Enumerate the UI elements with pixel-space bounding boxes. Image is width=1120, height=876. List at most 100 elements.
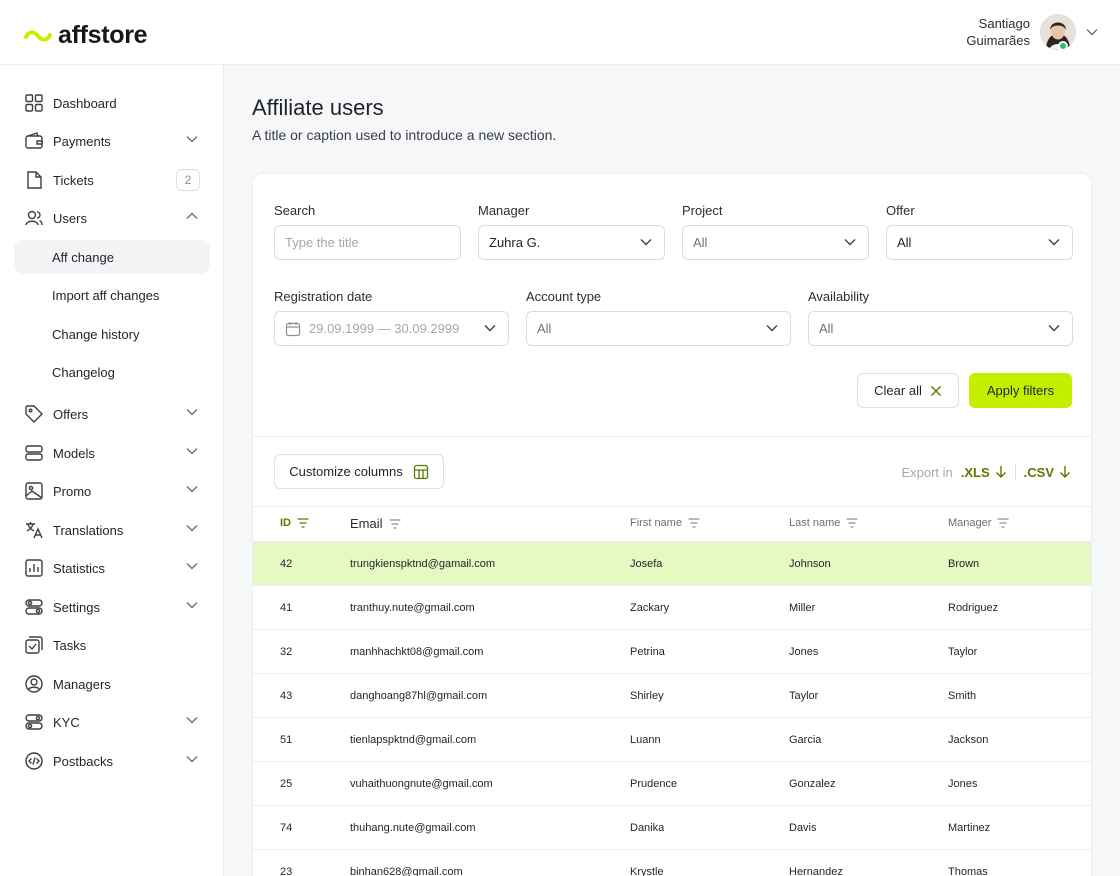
sidebar-item-kyc[interactable]: KYC <box>14 705 210 739</box>
sidebar-item-dashboard[interactable]: Dashboard <box>14 86 210 120</box>
cell-id: 25 <box>280 778 293 790</box>
logo-text: affstore <box>58 21 148 49</box>
availability-label: Availability <box>808 289 870 304</box>
chevron-down-icon[interactable] <box>186 408 198 416</box>
sort-filter-icon[interactable] <box>997 518 1009 528</box>
sidebar-subitem-import-aff-changes[interactable]: Import aff changes <box>14 278 210 312</box>
column-header-email[interactable]: Email <box>350 516 401 531</box>
top-header: affstore Santiago Guimarães <box>0 0 1120 65</box>
sidebar-item-managers[interactable]: Managers <box>14 667 210 701</box>
chevron-down-icon[interactable] <box>186 524 198 532</box>
user-menu[interactable]: Santiago Guimarães <box>966 14 1098 50</box>
chevron-down-icon <box>640 239 652 246</box>
cell-first-name: Krystle <box>630 866 664 876</box>
column-label: Manager <box>948 517 992 529</box>
cell-id: 32 <box>280 646 293 658</box>
sidebar-subitem-aff-change[interactable]: Aff change <box>14 240 210 274</box>
column-header-first-name[interactable]: First name <box>630 517 700 529</box>
cell-first-name: Petrina <box>630 646 665 658</box>
sidebar-item-tasks[interactable]: Tasks <box>14 628 210 662</box>
cell-last-name: Jones <box>789 646 819 658</box>
sidebar-item-settings[interactable]: Settings <box>14 590 210 624</box>
cell-id: 51 <box>280 734 293 746</box>
column-header-last-name[interactable]: Last name <box>789 517 858 529</box>
chevron-down-icon[interactable] <box>186 485 198 493</box>
export-xls-button[interactable]: .XLS <box>961 465 1007 480</box>
registration-date-picker[interactable]: 29.09.1999 — 30.09.2999 <box>274 311 509 346</box>
sidebar-item-translations[interactable]: Translations <box>14 513 210 547</box>
table-row[interactable]: 23 binhan628@gmail.com Krystle Hernandez… <box>253 849 1091 876</box>
chevron-down-icon[interactable] <box>186 135 198 143</box>
account-type-select[interactable]: All <box>526 311 791 346</box>
chart-icon <box>24 558 44 578</box>
sort-filter-icon[interactable] <box>688 518 700 528</box>
apply-filters-label: Apply filters <box>986 383 1055 398</box>
tag-icon <box>24 404 44 424</box>
chevron-down-icon <box>1048 325 1060 332</box>
table-header: ID Email First name Last name Manager <box>253 506 1091 541</box>
project-select[interactable]: All <box>682 225 869 260</box>
manager-icon <box>24 674 44 694</box>
cell-email: thuhang.nute@gmail.com <box>350 822 476 834</box>
xls-label: .XLS <box>960 464 990 480</box>
search-input[interactable]: Type the title <box>274 225 461 260</box>
sidebar-item-users[interactable]: Users <box>14 201 210 235</box>
customize-columns-button[interactable]: Customize columns <box>274 454 444 489</box>
sidebar-item-offers[interactable]: Offers <box>14 397 210 431</box>
column-label: Email <box>350 516 383 531</box>
chevron-down-icon <box>1048 239 1060 246</box>
table-row[interactable]: 25 vuhaithuongnute@gmail.com Prudence Go… <box>253 761 1091 805</box>
sidebar-item-payments[interactable]: Payments <box>14 124 210 158</box>
user-name: Santiago Guimarães <box>966 15 1030 49</box>
apply-filters-button[interactable]: Apply filters <box>969 373 1072 408</box>
online-status-dot <box>1058 41 1068 51</box>
page-title: Affiliate users <box>252 95 384 120</box>
cell-id: 23 <box>280 866 293 876</box>
sidebar-item-label: Promo <box>53 483 92 499</box>
sidebar-item-tickets[interactable]: Tickets 2 <box>14 163 210 197</box>
chevron-up-icon[interactable] <box>186 212 198 220</box>
project-label: Project <box>682 203 723 218</box>
offer-select[interactable]: All <box>886 225 1073 260</box>
sort-filter-icon[interactable] <box>389 518 401 529</box>
cell-id: 43 <box>280 690 293 702</box>
table-row[interactable]: 51 tienlapspktnd@gmail.com Luann Garcia … <box>253 717 1091 761</box>
export-csv-button[interactable]: .CSV <box>1024 465 1071 480</box>
sidebar-item-postbacks[interactable]: Postbacks <box>14 744 210 778</box>
sort-filter-icon[interactable] <box>297 518 309 528</box>
chevron-down-icon[interactable] <box>186 562 198 570</box>
column-header-id[interactable]: ID <box>280 517 309 529</box>
ticket-icon <box>24 170 44 190</box>
offer-label: Offer <box>886 203 915 218</box>
cell-manager: Taylor <box>948 646 978 658</box>
cell-id: 42 <box>280 558 293 570</box>
sidebar-item-models[interactable]: Models <box>14 436 210 470</box>
clear-all-button[interactable]: Clear all <box>857 373 959 408</box>
chevron-down-icon[interactable] <box>186 716 198 724</box>
chevron-down-icon[interactable] <box>186 447 198 455</box>
availability-select[interactable]: All <box>808 311 1073 346</box>
main-content: Affiliate users A title or caption used … <box>224 65 1120 876</box>
column-header-manager[interactable]: Manager <box>948 517 1009 529</box>
cell-last-name: Miller <box>789 602 816 614</box>
kyc-icon <box>24 712 44 732</box>
sidebar-item-label: Tickets <box>53 172 94 188</box>
sidebar-item-label: Change history <box>52 326 140 342</box>
sidebar-item-promo[interactable]: Promo <box>14 474 210 508</box>
sidebar-subitem-changelog[interactable]: Changelog <box>14 355 210 389</box>
sidebar-item-statistics[interactable]: Statistics <box>14 551 210 585</box>
chevron-down-icon[interactable] <box>186 601 198 609</box>
logo[interactable]: affstore <box>24 21 148 50</box>
table-row[interactable]: 43 danghoang87hl@gmail.com Shirley Taylo… <box>253 673 1091 717</box>
sidebar-subitem-change-history[interactable]: Change history <box>14 317 210 351</box>
table-row[interactable]: 32 manhhachkt08@gmail.com Petrina Jones … <box>253 629 1091 673</box>
table-row[interactable]: 41 tranthuy.nute@gmail.com Zackary Mille… <box>253 585 1091 629</box>
chevron-down-icon[interactable] <box>186 755 198 763</box>
table-row[interactable]: 42 trungkienspktnd@gamail.com Josefa Joh… <box>253 541 1091 585</box>
chevron-down-icon[interactable] <box>1086 28 1098 36</box>
table-row[interactable]: 74 thuhang.nute@gmail.com Danika Davis M… <box>253 805 1091 849</box>
cell-last-name: Gonzalez <box>789 778 836 790</box>
manager-select[interactable]: Zuhra G. <box>478 225 665 260</box>
sidebar-item-label: Models <box>53 445 95 461</box>
sort-filter-icon[interactable] <box>846 518 858 528</box>
